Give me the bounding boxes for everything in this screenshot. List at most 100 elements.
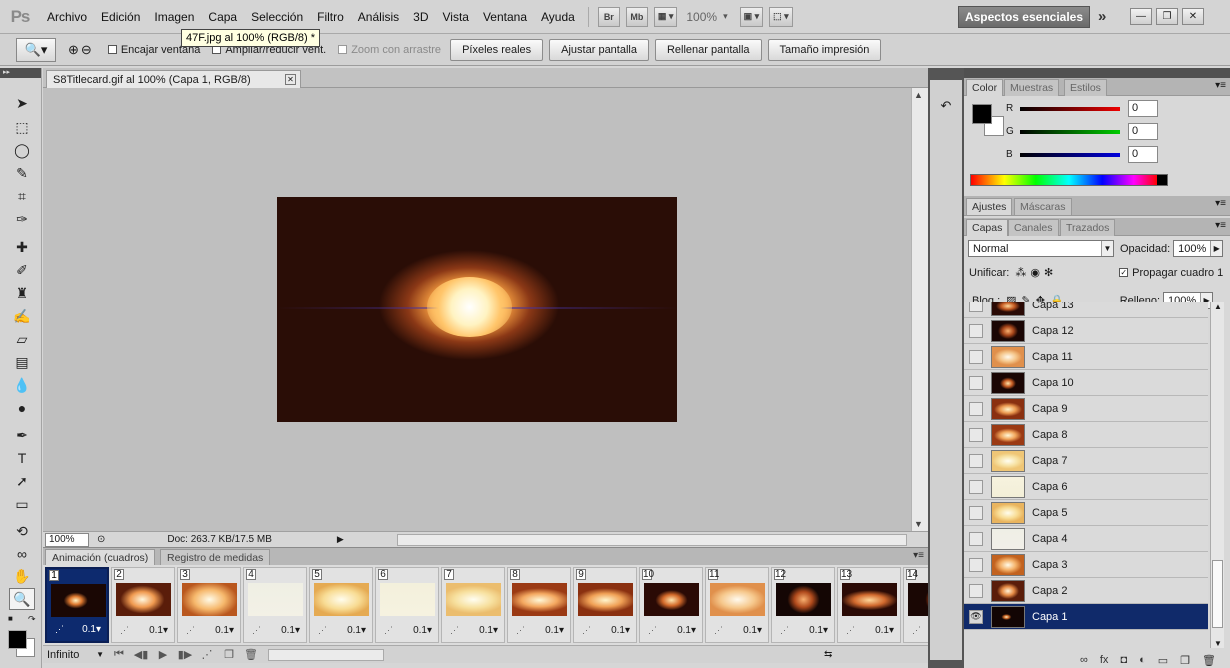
menu-capa[interactable]: Capa <box>201 10 244 24</box>
color-spectrum-bar[interactable] <box>970 174 1168 186</box>
animation-frame[interactable]: 1 ⋰ 0.1▾ <box>45 567 109 643</box>
adjustment-layer-icon[interactable]: ◐ <box>1139 654 1146 666</box>
view-extras-button[interactable]: ▦ ▾ <box>653 6 678 27</box>
default-colors-icon[interactable]: ■ <box>8 614 13 623</box>
lasso-tool-icon[interactable]: ◯ <box>9 139 35 161</box>
close-icon[interactable]: ✕ <box>1182 8 1204 25</box>
canvas-horizontal-scrollbar[interactable] <box>397 534 907 546</box>
frame-disposal-icon[interactable]: ⋰ <box>55 624 64 635</box>
layer-row[interactable]: Capa 4 <box>964 526 1208 552</box>
menu-filtro[interactable]: Filtro <box>310 10 351 24</box>
brush-tool-icon[interactable]: ✐ <box>9 259 35 281</box>
frame-delay[interactable]: 0.1▾ <box>215 625 234 636</box>
layer-row[interactable]: Capa 5 <box>964 500 1208 526</box>
menu-edicion[interactable]: Edición <box>94 10 147 24</box>
layer-row[interactable]: Capa 7 <box>964 448 1208 474</box>
frame-delay[interactable]: 0.1▾ <box>281 625 300 636</box>
blue-value-field[interactable]: 0 <box>1128 146 1158 163</box>
blur-tool-icon[interactable]: 💧 <box>9 374 35 396</box>
animation-frame[interactable]: 13 ⋰ 0.1▾ <box>837 567 901 643</box>
frame-disposal-icon[interactable]: ⋰ <box>780 625 789 636</box>
frame-disposal-icon[interactable]: ⋰ <box>846 625 855 636</box>
actual-pixels-button[interactable]: Píxeles reales <box>450 38 544 61</box>
pen-tool-icon[interactable]: ✒ <box>9 424 35 446</box>
close-document-icon[interactable]: ✕ <box>285 74 296 85</box>
zoom-out-icon[interactable]: ⊖ <box>81 42 92 58</box>
type-tool-icon[interactable]: T <box>9 447 35 469</box>
add-mask-icon[interactable]: ◘ <box>1120 654 1127 666</box>
status-menu-icon[interactable]: ▶ <box>337 534 344 545</box>
frame-disposal-icon[interactable]: ⋰ <box>648 625 657 636</box>
visibility-eye-icon[interactable] <box>969 531 983 546</box>
hand-tool-icon[interactable]: ✋ <box>9 565 35 587</box>
tab-masks[interactable]: Máscaras <box>1014 198 1072 215</box>
menu-imagen[interactable]: Imagen <box>147 10 201 24</box>
panel-menu-icon[interactable]: ▾≡ <box>1215 220 1226 231</box>
tab-measurement-log[interactable]: Registro de medidas <box>160 549 271 566</box>
propagate-frame-checkbox[interactable]: ✓ Propagar cuadro 1 <box>1119 267 1223 279</box>
fit-screen-button[interactable]: Ajustar pantalla <box>549 38 649 61</box>
layer-row[interactable]: Capa 9 <box>964 396 1208 422</box>
animation-frame[interactable]: 7 ⋰ 0.1▾ <box>441 567 505 643</box>
animation-frame[interactable]: 11 ⋰ 0.1▾ <box>705 567 769 643</box>
green-slider[interactable] <box>1020 129 1120 134</box>
visibility-eye-icon[interactable] <box>969 479 983 494</box>
restore-icon[interactable]: ❐ <box>1156 8 1178 25</box>
path-selection-tool-icon[interactable]: ➚ <box>9 470 35 492</box>
layer-row[interactable]: Capa 3 <box>964 552 1208 578</box>
tab-color[interactable]: Color <box>966 79 1004 96</box>
frame-delay[interactable]: 0.1▾ <box>611 625 630 636</box>
zoom-dropdown-icon[interactable]: ▾ <box>723 11 728 22</box>
foreground-color-swatch[interactable] <box>972 104 992 124</box>
clone-stamp-tool-icon[interactable]: ♜ <box>9 282 35 304</box>
tab-swatches[interactable]: Muestras <box>1004 79 1060 96</box>
eraser-tool-icon[interactable]: ▱ <box>9 328 35 350</box>
menu-seleccion[interactable]: Selección <box>244 10 310 24</box>
visibility-eye-icon[interactable] <box>969 557 983 572</box>
workspace-button[interactable]: Aspectos esenciales <box>958 6 1090 28</box>
animation-frame[interactable]: 14 ⋰ <box>903 567 928 643</box>
loop-select[interactable]: Infinito ▼ <box>43 647 108 662</box>
frame-delay[interactable]: 0.1▾ <box>545 625 564 636</box>
frame-delay[interactable]: 0.1▾ <box>677 625 696 636</box>
mini-bridge-button[interactable]: Mb <box>625 6 648 27</box>
bridge-button[interactable]: Br <box>597 6 620 27</box>
frame-disposal-icon[interactable]: ⋰ <box>120 625 129 636</box>
frame-disposal-icon[interactable]: ⋰ <box>186 625 195 636</box>
animation-frame[interactable]: 12 ⋰ 0.1▾ <box>771 567 835 643</box>
layer-row[interactable]: Capa 2 <box>964 578 1208 604</box>
frame-delay[interactable]: 0.1▾ <box>347 625 366 636</box>
red-value-field[interactable]: 0 <box>1128 100 1158 117</box>
scrubby-zoom-checkbox[interactable]: Zoom con arrastre <box>338 44 441 56</box>
tab-adjustments[interactable]: Ajustes <box>966 198 1013 215</box>
blue-slider[interactable] <box>1020 152 1120 157</box>
duplicate-frame-icon[interactable]: ❐ <box>218 648 240 661</box>
canvas-vertical-scrollbar[interactable]: ▲ ▼ <box>911 88 928 531</box>
frame-delay[interactable]: 0.1▾ <box>82 624 101 635</box>
status-zoom-field[interactable]: 100% <box>45 532 89 547</box>
green-value-field[interactable]: 0 <box>1128 123 1158 140</box>
first-frame-icon[interactable]: ⏮ <box>108 648 130 661</box>
new-layer-icon[interactable]: ❐ <box>1180 654 1190 667</box>
frame-delay[interactable]: 0.1▾ <box>743 625 762 636</box>
panel-menu-icon[interactable]: ▾≡ <box>1215 198 1226 209</box>
visibility-eye-icon[interactable] <box>969 302 983 312</box>
frame-disposal-icon[interactable]: ⋰ <box>582 625 591 636</box>
layer-row[interactable]: Capa 8 <box>964 422 1208 448</box>
healing-brush-tool-icon[interactable]: ✚ <box>9 236 35 258</box>
frame-disposal-icon[interactable]: ⋰ <box>252 625 261 636</box>
visibility-eye-icon[interactable] <box>969 401 983 416</box>
3d-orbit-tool-icon[interactable]: ∞ <box>9 543 35 565</box>
layer-row[interactable]: Capa 12 <box>964 318 1208 344</box>
canvas-area[interactable] <box>43 88 911 531</box>
tab-animation[interactable]: Animación (cuadros) <box>45 549 156 566</box>
tab-paths[interactable]: Trazados <box>1060 219 1116 236</box>
menu-vista[interactable]: Vista <box>436 10 476 24</box>
unify-style-icon[interactable]: ✻ <box>1044 266 1053 279</box>
panel-menu-icon[interactable]: ▾≡ <box>1215 80 1226 91</box>
history-panel-icon[interactable]: ↶ <box>936 96 956 116</box>
scroll-up-icon[interactable]: ▲ <box>914 90 923 100</box>
delete-frame-icon[interactable]: 🗑 <box>240 648 262 661</box>
layer-row[interactable]: Capa 10 <box>964 370 1208 396</box>
layer-row[interactable]: Capa 13 <box>964 302 1208 318</box>
